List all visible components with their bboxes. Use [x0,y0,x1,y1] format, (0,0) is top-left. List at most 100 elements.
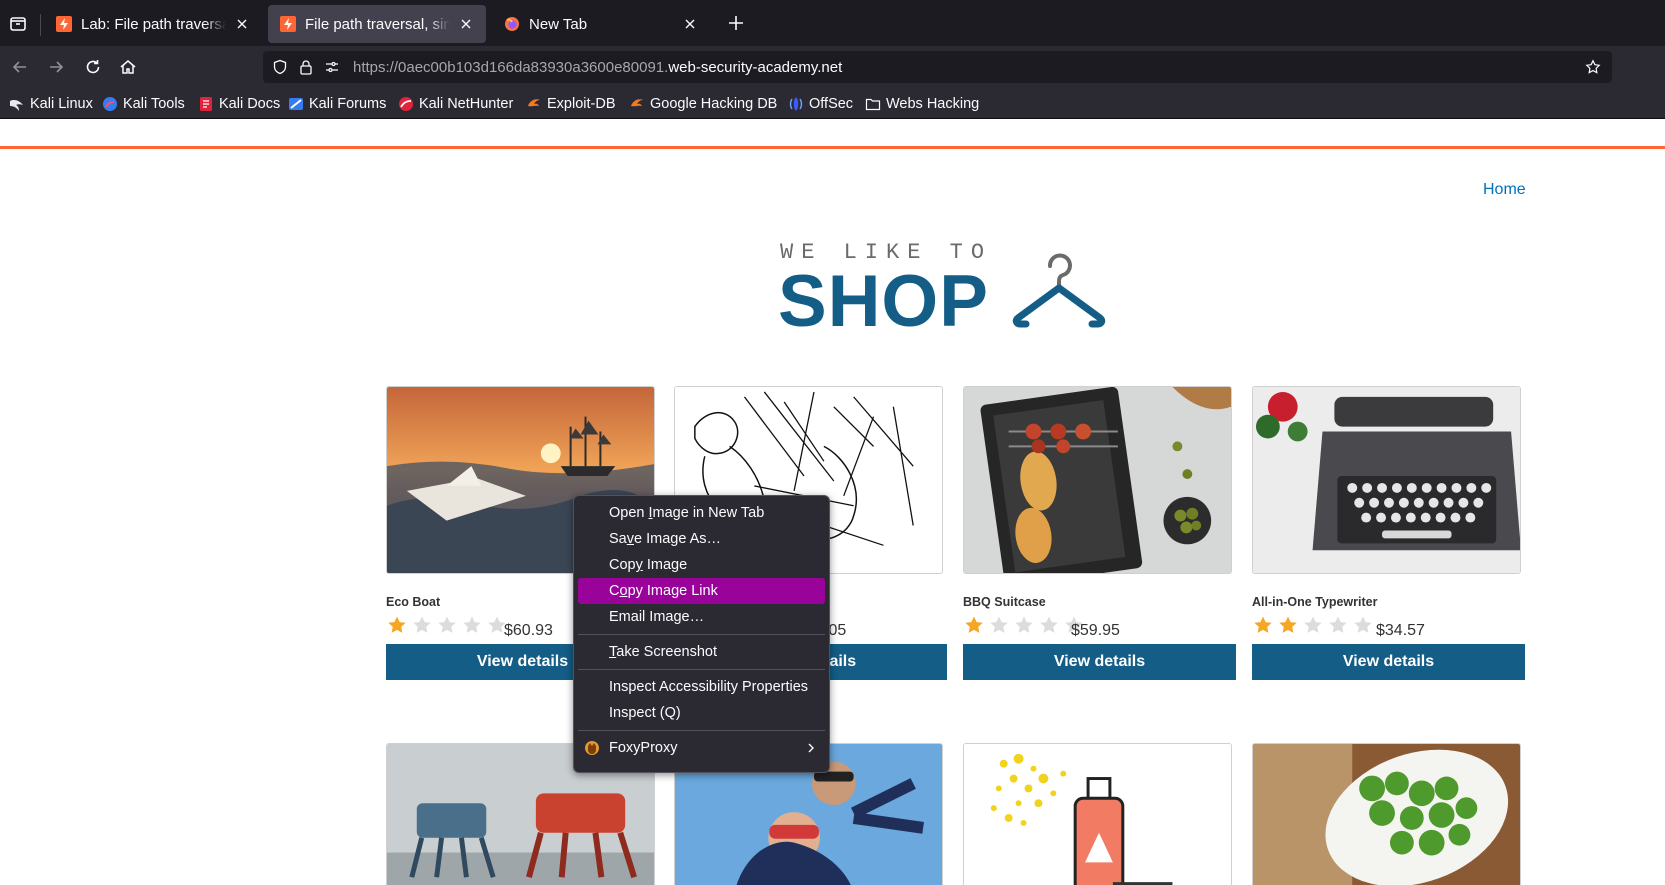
product-image-art [1253,744,1520,885]
view-details-button[interactable]: View details [963,644,1236,680]
header-accent-rule [0,146,1665,149]
menu-item-text: Cop [609,557,636,573]
tab-file-path-traversal[interactable]: File path traversal, simple case [268,5,486,43]
star-filled-icon [965,616,983,633]
shield-icon[interactable] [272,59,288,75]
home-icon[interactable] [118,57,138,77]
tab-label: File path traversal, simple case [305,15,450,33]
star-filled-icon [1254,616,1272,633]
bookmark-kali-tools[interactable]: Kali Tools [102,94,185,114]
bookmark-label: Kali NetHunter [419,96,514,112]
close-icon[interactable] [234,16,250,32]
bookmark-label: Kali Docs [219,96,281,112]
bookmark-google-hacking-db[interactable]: Google Hacking DB [629,94,777,114]
url-text[interactable]: https://0aec00b103d166da83930a3600e80091… [353,59,842,76]
star-rating [1252,614,1377,636]
menu-item-accesskey: y [635,557,643,573]
tab-lab[interactable]: Lab: File path traversal, simple case [44,5,262,43]
context-menu-item[interactable]: Open Image in New Tab [578,500,825,526]
context-menu-item[interactable]: Inspect (Q) [578,700,825,726]
tab-label: New Tab [529,15,588,33]
bookmark-label: Kali Tools [123,96,185,112]
product-price: $34.57 [1376,622,1425,639]
star-empty-icon [1015,616,1033,633]
bookmark-kali-docs[interactable]: Kali Docs [198,94,280,114]
tab-list-icon[interactable] [6,11,30,35]
tab-separator [40,14,41,36]
new-tab-icon[interactable] [726,13,746,33]
exploit-db-icon [528,99,540,107]
offsec-icon [789,97,803,111]
product-image-typewriter[interactable] [1252,386,1521,574]
context-menu-item[interactable]: Copy Image [578,552,825,578]
hanger-icon [1012,253,1106,328]
tab-bar: Lab: File path traversal, simple case Fi… [0,0,1665,46]
star-empty-icon [1329,616,1347,633]
product-price: $60.93 [504,622,553,639]
home-link[interactable]: Home [1483,181,1526,199]
forward-icon[interactable] [46,57,66,77]
context-menu-item[interactable]: Copy Image Link [578,578,825,604]
star-empty-icon [990,616,1008,633]
star-empty-icon [438,616,456,633]
close-icon[interactable] [682,16,698,32]
lock-icon[interactable] [298,59,314,75]
close-icon[interactable] [458,16,474,32]
star-empty-icon [413,616,431,633]
bookmark-label: Kali Linux [30,96,93,112]
star-empty-icon [1040,616,1058,633]
star-empty-icon [1354,616,1372,633]
menu-separator [578,730,825,731]
tab-new-tab[interactable]: New Tab [492,5,710,43]
kali-dragon-icon [10,100,23,111]
logo-title: SHOP [778,261,989,342]
bookmark-label: Google Hacking DB [650,96,778,112]
permissions-icon[interactable] [324,59,340,75]
back-icon[interactable] [10,57,30,77]
bookmark-kali-nethunter[interactable]: Kali NetHunter [398,94,513,114]
context-menu-item[interactable]: FoxyProxy [578,735,825,761]
menu-item-text: e Image As… [634,531,722,547]
menu-item-text: Email Image… [609,609,705,625]
url-bar[interactable]: https://0aec00b103d166da83930a3600e80091… [263,51,1612,83]
product-image-sprouts[interactable] [1252,743,1521,885]
menu-separator [578,634,825,635]
product-image-art [964,387,1231,573]
star-empty-icon [463,616,481,633]
tab-label: Lab: File path traversal, simple case [81,15,226,33]
shop-logo[interactable]: WE LIKE TO SHOP [778,240,1140,342]
url-prefix: https://0aec00b103d166da83930a3600e80091… [353,59,669,76]
kali-tools-icon [103,97,117,111]
web-page: Home WE LIKE TO SHOP Eco Boat $60.93 Vie… [0,119,1665,885]
portswigger-icon [56,16,72,32]
bookmark-label: Kali Forums [309,96,387,112]
star-filled-icon [1279,616,1297,633]
context-menu-item[interactable]: Save Image As… [578,526,825,552]
menu-separator [578,669,825,670]
ghdb-icon [631,99,643,107]
bookmark-kali-linux[interactable]: Kali Linux [9,94,93,114]
bookmark-star-icon[interactable] [1585,59,1601,75]
menu-item-accesskey: o [619,583,628,599]
reload-icon[interactable] [83,57,103,77]
bookmark-exploit-db[interactable]: Exploit-DB [526,94,616,114]
menu-item-text: mage in New Tab [652,505,765,521]
foxyproxy-icon [585,741,599,755]
bookmark-kali-forums[interactable]: Kali Forums [288,94,386,114]
context-menu-item[interactable]: Inspect Accessibility Properties [578,674,825,700]
menu-item-text: Inspect (Q) [609,705,681,721]
bookmark-label: Exploit-DB [547,96,616,112]
context-menu-item[interactable]: Email Image… [578,604,825,630]
product-image-art [1253,387,1520,573]
product-image-bbq-suitcase[interactable] [963,386,1232,574]
nethunter-icon [399,97,413,111]
product-image-spray-can[interactable] [963,743,1232,885]
context-menu-item[interactable]: Take Screenshot [578,639,825,665]
portswigger-icon [280,16,296,32]
menu-item-text: py Image Link [627,583,718,599]
menu-item-text: ake Screenshot [616,644,718,660]
bookmark-folder-webs-hacking[interactable]: Webs Hacking [865,94,979,114]
bookmark-offsec[interactable]: OffSec [788,94,853,114]
navigation-toolbar: https://0aec00b103d166da83930a3600e80091… [0,46,1665,88]
view-details-button[interactable]: View details [1252,644,1525,680]
